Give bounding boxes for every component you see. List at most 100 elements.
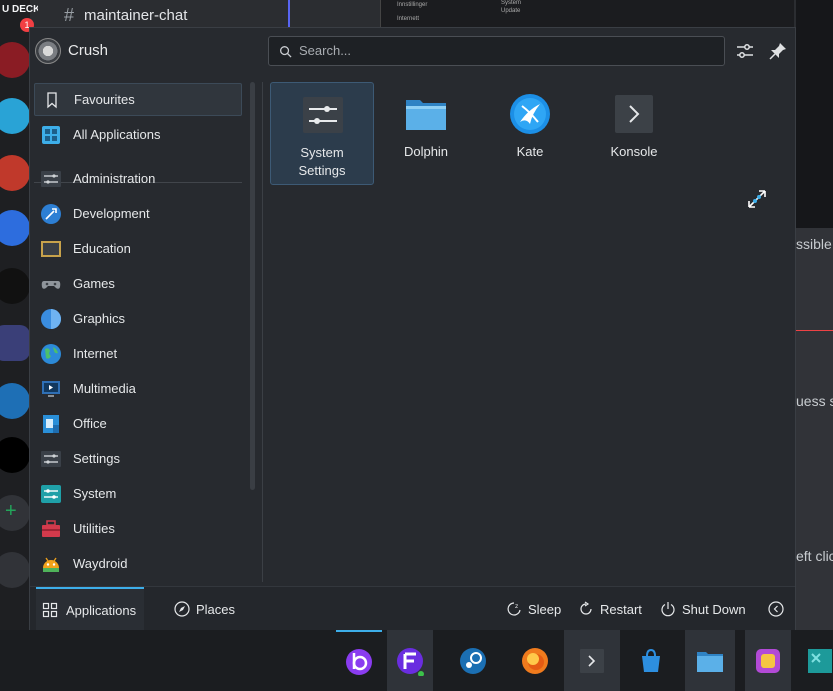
multimedia-icon <box>42 380 60 397</box>
sidebar-item-utilities[interactable]: Utilities <box>34 512 242 545</box>
search-icon <box>280 46 292 58</box>
sidebar-item-label: Settings <box>73 451 120 466</box>
taskbar-app-dolphin[interactable] <box>685 630 735 691</box>
more-button[interactable] <box>768 587 784 631</box>
sidebar-item-label: Favourites <box>74 92 135 107</box>
sidebar-scrollbar[interactable] <box>250 82 255 490</box>
explore-icon[interactable] <box>0 552 30 588</box>
favourites-grid: System Settings Dolphin Kate Konsole <box>270 82 790 582</box>
server-icon-ring[interactable] <box>0 437 30 473</box>
search-input[interactable]: Search... <box>268 36 725 66</box>
sidebar-item-label: Utilities <box>73 521 115 536</box>
development-icon <box>41 203 61 224</box>
shutdown-button[interactable]: Shut Down <box>660 587 746 631</box>
taskbar-app-firefox[interactable] <box>512 630 558 691</box>
plus-icon: + <box>5 500 17 522</box>
network-icon <box>807 648 832 673</box>
compass-icon <box>174 601 190 617</box>
sidebar-item-development[interactable]: Development <box>34 197 242 230</box>
sidebar-item-administration[interactable]: Administration <box>34 162 242 195</box>
tab-places[interactable]: Places <box>170 587 250 631</box>
app-tile-label: System Settings <box>298 145 346 178</box>
toolbox-icon <box>42 519 60 537</box>
server-icon-wave[interactable] <box>0 383 30 419</box>
restart-label: Restart <box>600 601 642 617</box>
server-icon-u[interactable] <box>0 210 30 246</box>
tab-applications-label: Applications <box>66 602 137 618</box>
graphics-icon <box>41 308 61 329</box>
restart-button[interactable]: Restart <box>578 587 642 631</box>
configure-icon[interactable] <box>733 39 757 63</box>
taskbar-app-discover[interactable] <box>628 630 674 691</box>
grid-icon <box>42 602 58 618</box>
app-tile-kate[interactable]: Kate <box>478 82 582 185</box>
ferdium-icon <box>397 647 424 676</box>
hash-icon: # <box>64 4 75 25</box>
sidebar-item-games[interactable]: Games <box>34 267 242 300</box>
sidebar-item-label: Internet <box>73 346 118 361</box>
sidebar-item-system[interactable]: System <box>34 477 242 510</box>
taskbar-app-konsole[interactable] <box>564 630 620 691</box>
taskbar-app-steam[interactable] <box>450 630 496 691</box>
server-icon-penguin[interactable] <box>0 98 30 134</box>
sidebar-item-settings[interactable]: Settings <box>34 442 242 475</box>
sidebar-item-label: Office <box>73 416 107 431</box>
sidebar-item-multimedia[interactable]: Multimedia <box>34 372 242 405</box>
globe-icon <box>41 343 61 364</box>
taskbar-app-misc[interactable] <box>745 630 791 691</box>
sleep-label: Sleep <box>528 601 562 617</box>
sidebar-item-favourites[interactable]: Favourites <box>34 83 242 116</box>
app-tile-dolphin[interactable]: Dolphin <box>374 82 478 185</box>
thumb-text: Update <box>501 8 521 14</box>
server-icon-folder[interactable] <box>0 325 30 361</box>
move-cursor-icon <box>748 190 766 208</box>
app-icon <box>756 648 780 673</box>
sidebar-item-waydroid[interactable]: Waydroid <box>34 547 242 580</box>
avatar[interactable] <box>35 38 61 64</box>
folder-icon <box>406 100 446 130</box>
panel-divider <box>262 82 263 582</box>
sidebar-item-all-applications[interactable]: All Applications <box>34 118 242 151</box>
gamepad-icon <box>41 280 61 289</box>
sidebar-item-label: System <box>73 486 117 501</box>
tab-applications[interactable]: Applications <box>36 587 144 631</box>
app-tile-label: Kate <box>516 144 544 159</box>
sidebar-item-internet[interactable]: Internet <box>34 337 242 370</box>
sidebar-item-label: All Applications <box>73 127 161 142</box>
server-icon-a[interactable] <box>0 268 30 304</box>
tusk-app-icon <box>346 648 372 675</box>
launcher-footer: Applications Places z Sleep Restart Shut… <box>30 586 795 631</box>
taskbar-app-network[interactable] <box>800 630 833 691</box>
app-tile-konsole[interactable]: Konsole <box>582 82 686 185</box>
thumb-text: System <box>501 0 522 6</box>
sidebar-item-label: Games <box>73 276 115 291</box>
steam-icon <box>460 647 486 674</box>
konsole-icon <box>580 648 604 673</box>
taskbar-app-ferdium[interactable] <box>387 630 433 691</box>
search-placeholder: Search... <box>299 43 352 58</box>
sidebar-item-graphics[interactable]: Graphics <box>34 302 242 335</box>
sidebar-item-label: Multimedia <box>73 381 136 396</box>
shutdown-label: Shut Down <box>682 601 746 617</box>
server-icon-tiger[interactable] <box>0 155 30 191</box>
taskbar-app-tusk[interactable] <box>336 630 382 691</box>
sidebar-item-education[interactable]: Education <box>34 232 242 265</box>
taskbar <box>0 630 833 691</box>
channel-name: maintainer-chat <box>84 6 188 24</box>
divider <box>288 0 290 28</box>
sleep-button[interactable]: z Sleep <box>506 587 561 631</box>
svg-text:z: z <box>515 603 518 610</box>
image-preview[interactable]: Innstillinger Internett System Update <box>380 0 794 28</box>
app-tile-label: Dolphin <box>403 144 449 159</box>
app-tile-label: Konsole <box>610 144 658 159</box>
pin-icon[interactable] <box>766 39 790 63</box>
sidebar-item-office[interactable]: Office <box>34 407 242 440</box>
admin-icon <box>41 170 61 187</box>
message-text: ssible <box>796 236 832 252</box>
terminal-icon <box>615 95 653 133</box>
sleep-icon: z <box>507 602 521 616</box>
server-icon-rog[interactable] <box>0 42 30 78</box>
thumb-text: Internett <box>397 16 420 22</box>
channel-header[interactable]: # maintainer-chat <box>38 0 288 30</box>
app-tile-system-settings[interactable]: System Settings <box>270 82 374 185</box>
